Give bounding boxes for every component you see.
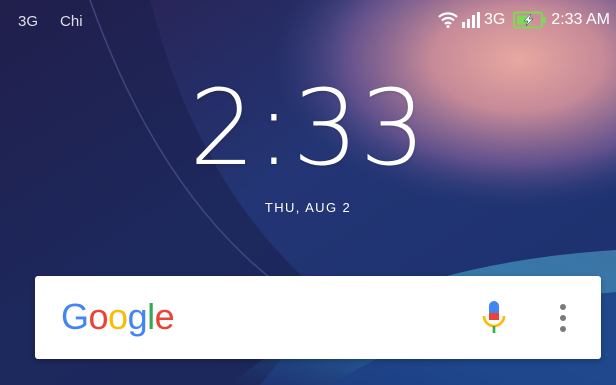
signal-icon	[461, 12, 480, 28]
carrier-label: Chi	[60, 13, 83, 30]
google-logo-letter: o	[88, 296, 109, 337]
google-logo-letter: e	[154, 296, 175, 337]
google-logo-letter: o	[108, 296, 128, 337]
left-network-label: 3G	[18, 13, 39, 30]
google-logo-letter: g	[127, 296, 148, 337]
more-vert-icon[interactable]	[551, 300, 575, 336]
status-bar: 3G Chi 3G 2:33 AM	[0, 0, 616, 40]
google-logo: Google	[61, 295, 175, 339]
battery-charging-icon	[513, 11, 547, 29]
google-logo-letter: G	[61, 296, 89, 337]
lockscreen-clock: 2:33	[189, 67, 427, 189]
wifi-icon	[438, 12, 458, 28]
status-right: 3G 2:33 AM	[438, 9, 610, 31]
network-type-label: 3G	[483, 11, 506, 28]
status-time: 2:33 AM	[551, 11, 610, 28]
google-logo-letter: l	[147, 296, 155, 337]
status-left: 3G Chi	[18, 13, 83, 30]
lockscreen-date: THU, AUG 2	[264, 200, 352, 215]
mic-icon[interactable]	[479, 299, 509, 337]
google-search-widget[interactable]: Google	[35, 276, 601, 359]
